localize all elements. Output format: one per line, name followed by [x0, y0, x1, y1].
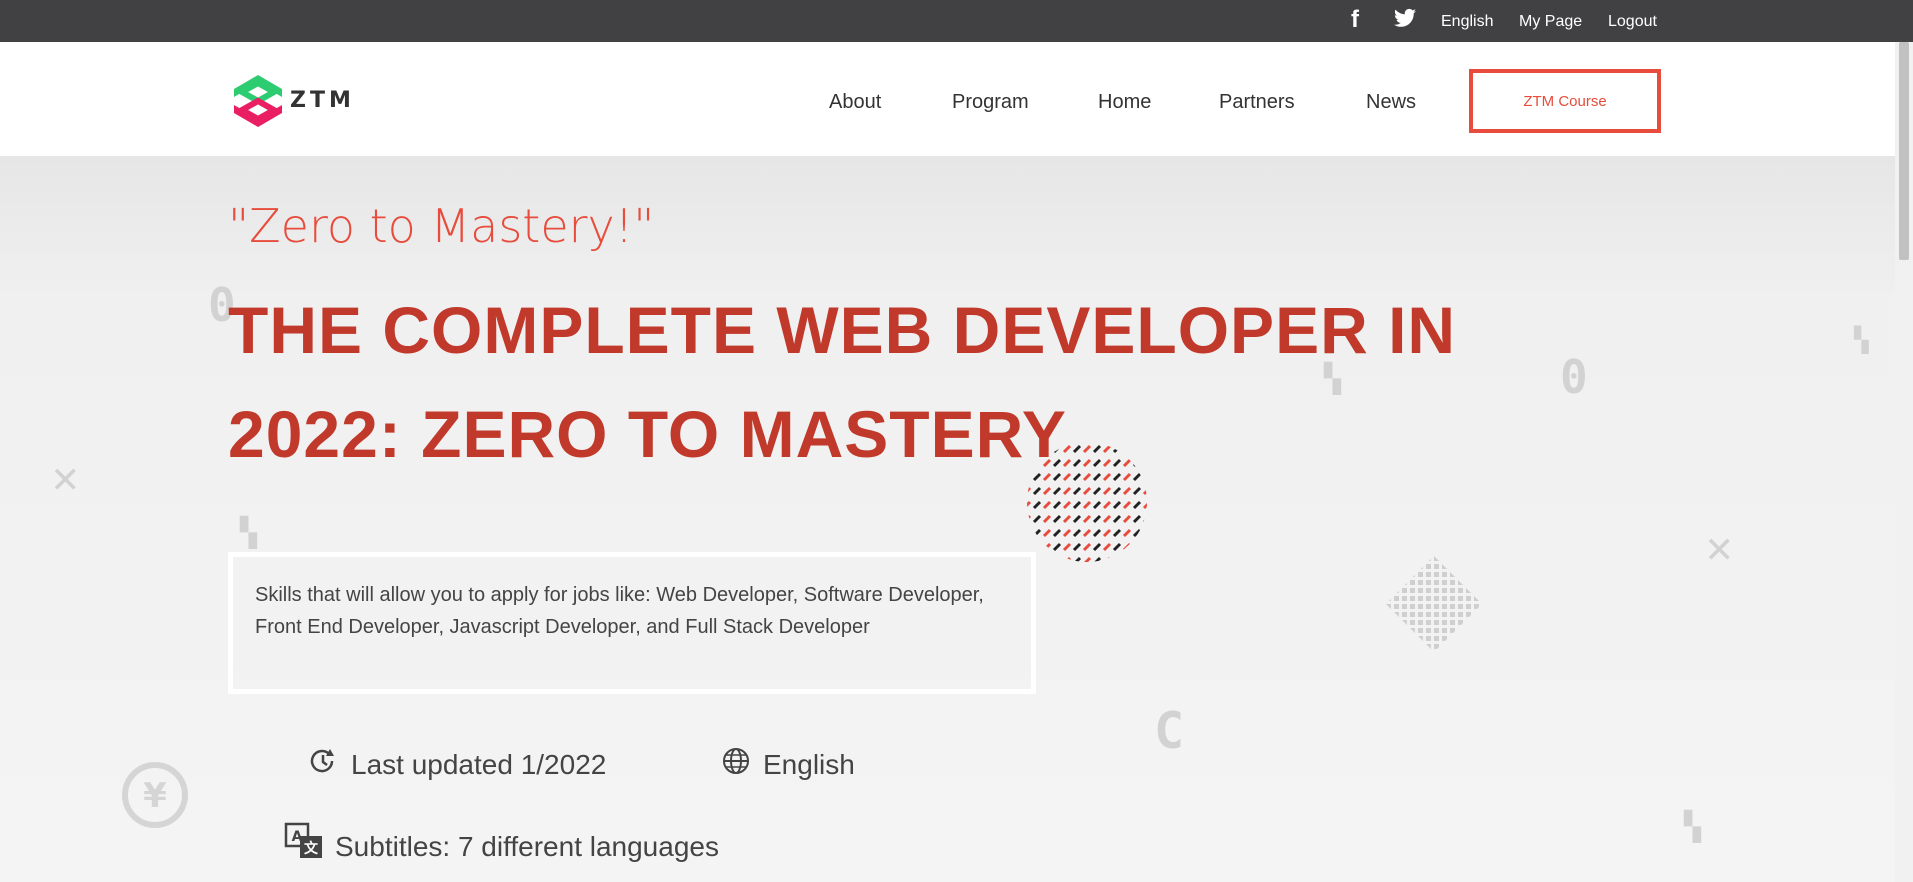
x-decoration: ✕: [52, 452, 79, 503]
c-decoration: C: [1154, 702, 1185, 760]
x-decoration: ✕: [1706, 522, 1733, 573]
page-scrollbar[interactable]: [1895, 42, 1913, 882]
top-bar: f English My Page Logout: [0, 0, 1913, 42]
language-text: English: [763, 749, 855, 780]
course-title-line-2: 2022: ZERO TO MASTERY: [228, 397, 1067, 471]
hero-tagline: "Zero to Mastery!": [228, 199, 655, 253]
square-decoration: ▚: [240, 516, 257, 549]
logout-link[interactable]: Logout: [1608, 11, 1657, 33]
my-page-link[interactable]: My Page: [1519, 11, 1582, 33]
last-updated-text: Last updated 1/2022: [351, 749, 607, 780]
logo-text[interactable]: ZTM: [290, 88, 355, 113]
svg-text:文: 文: [304, 840, 319, 857]
nav-news[interactable]: News: [1366, 89, 1416, 115]
twitter-icon[interactable]: [1394, 8, 1416, 33]
refresh-clock-icon: [310, 749, 334, 773]
translate-icon: A 文: [284, 822, 322, 858]
square-decoration: ▚: [1854, 326, 1869, 354]
course-title: THE COMPLETE WEB DEVELOPER IN 2022: ZERO…: [228, 278, 1578, 486]
square-decoration: ▚: [1684, 810, 1701, 843]
hero-section: [0, 156, 1895, 882]
ztm-course-button[interactable]: ZTM Course: [1469, 69, 1661, 133]
yen-decoration-icon: ¥: [122, 762, 188, 828]
facebook-icon[interactable]: f: [1351, 8, 1359, 32]
language-link[interactable]: English: [1441, 11, 1493, 33]
globe-icon: [723, 748, 749, 774]
scrollbar-thumb[interactable]: [1899, 42, 1909, 260]
nav-home[interactable]: Home: [1098, 89, 1151, 115]
svg-text:¥: ¥: [143, 776, 167, 816]
course-title-line-1: THE COMPLETE WEB DEVELOPER IN: [228, 293, 1457, 367]
nav-program[interactable]: Program: [952, 89, 1029, 115]
subtitles-text: Subtitles: 7 different languages: [335, 831, 719, 862]
diamond-dots-decoration-icon: [1386, 556, 1482, 652]
skills-box: Skills that will allow you to apply for …: [228, 552, 1036, 694]
nav-partners[interactable]: Partners: [1219, 89, 1295, 115]
nav-about[interactable]: About: [829, 89, 881, 115]
